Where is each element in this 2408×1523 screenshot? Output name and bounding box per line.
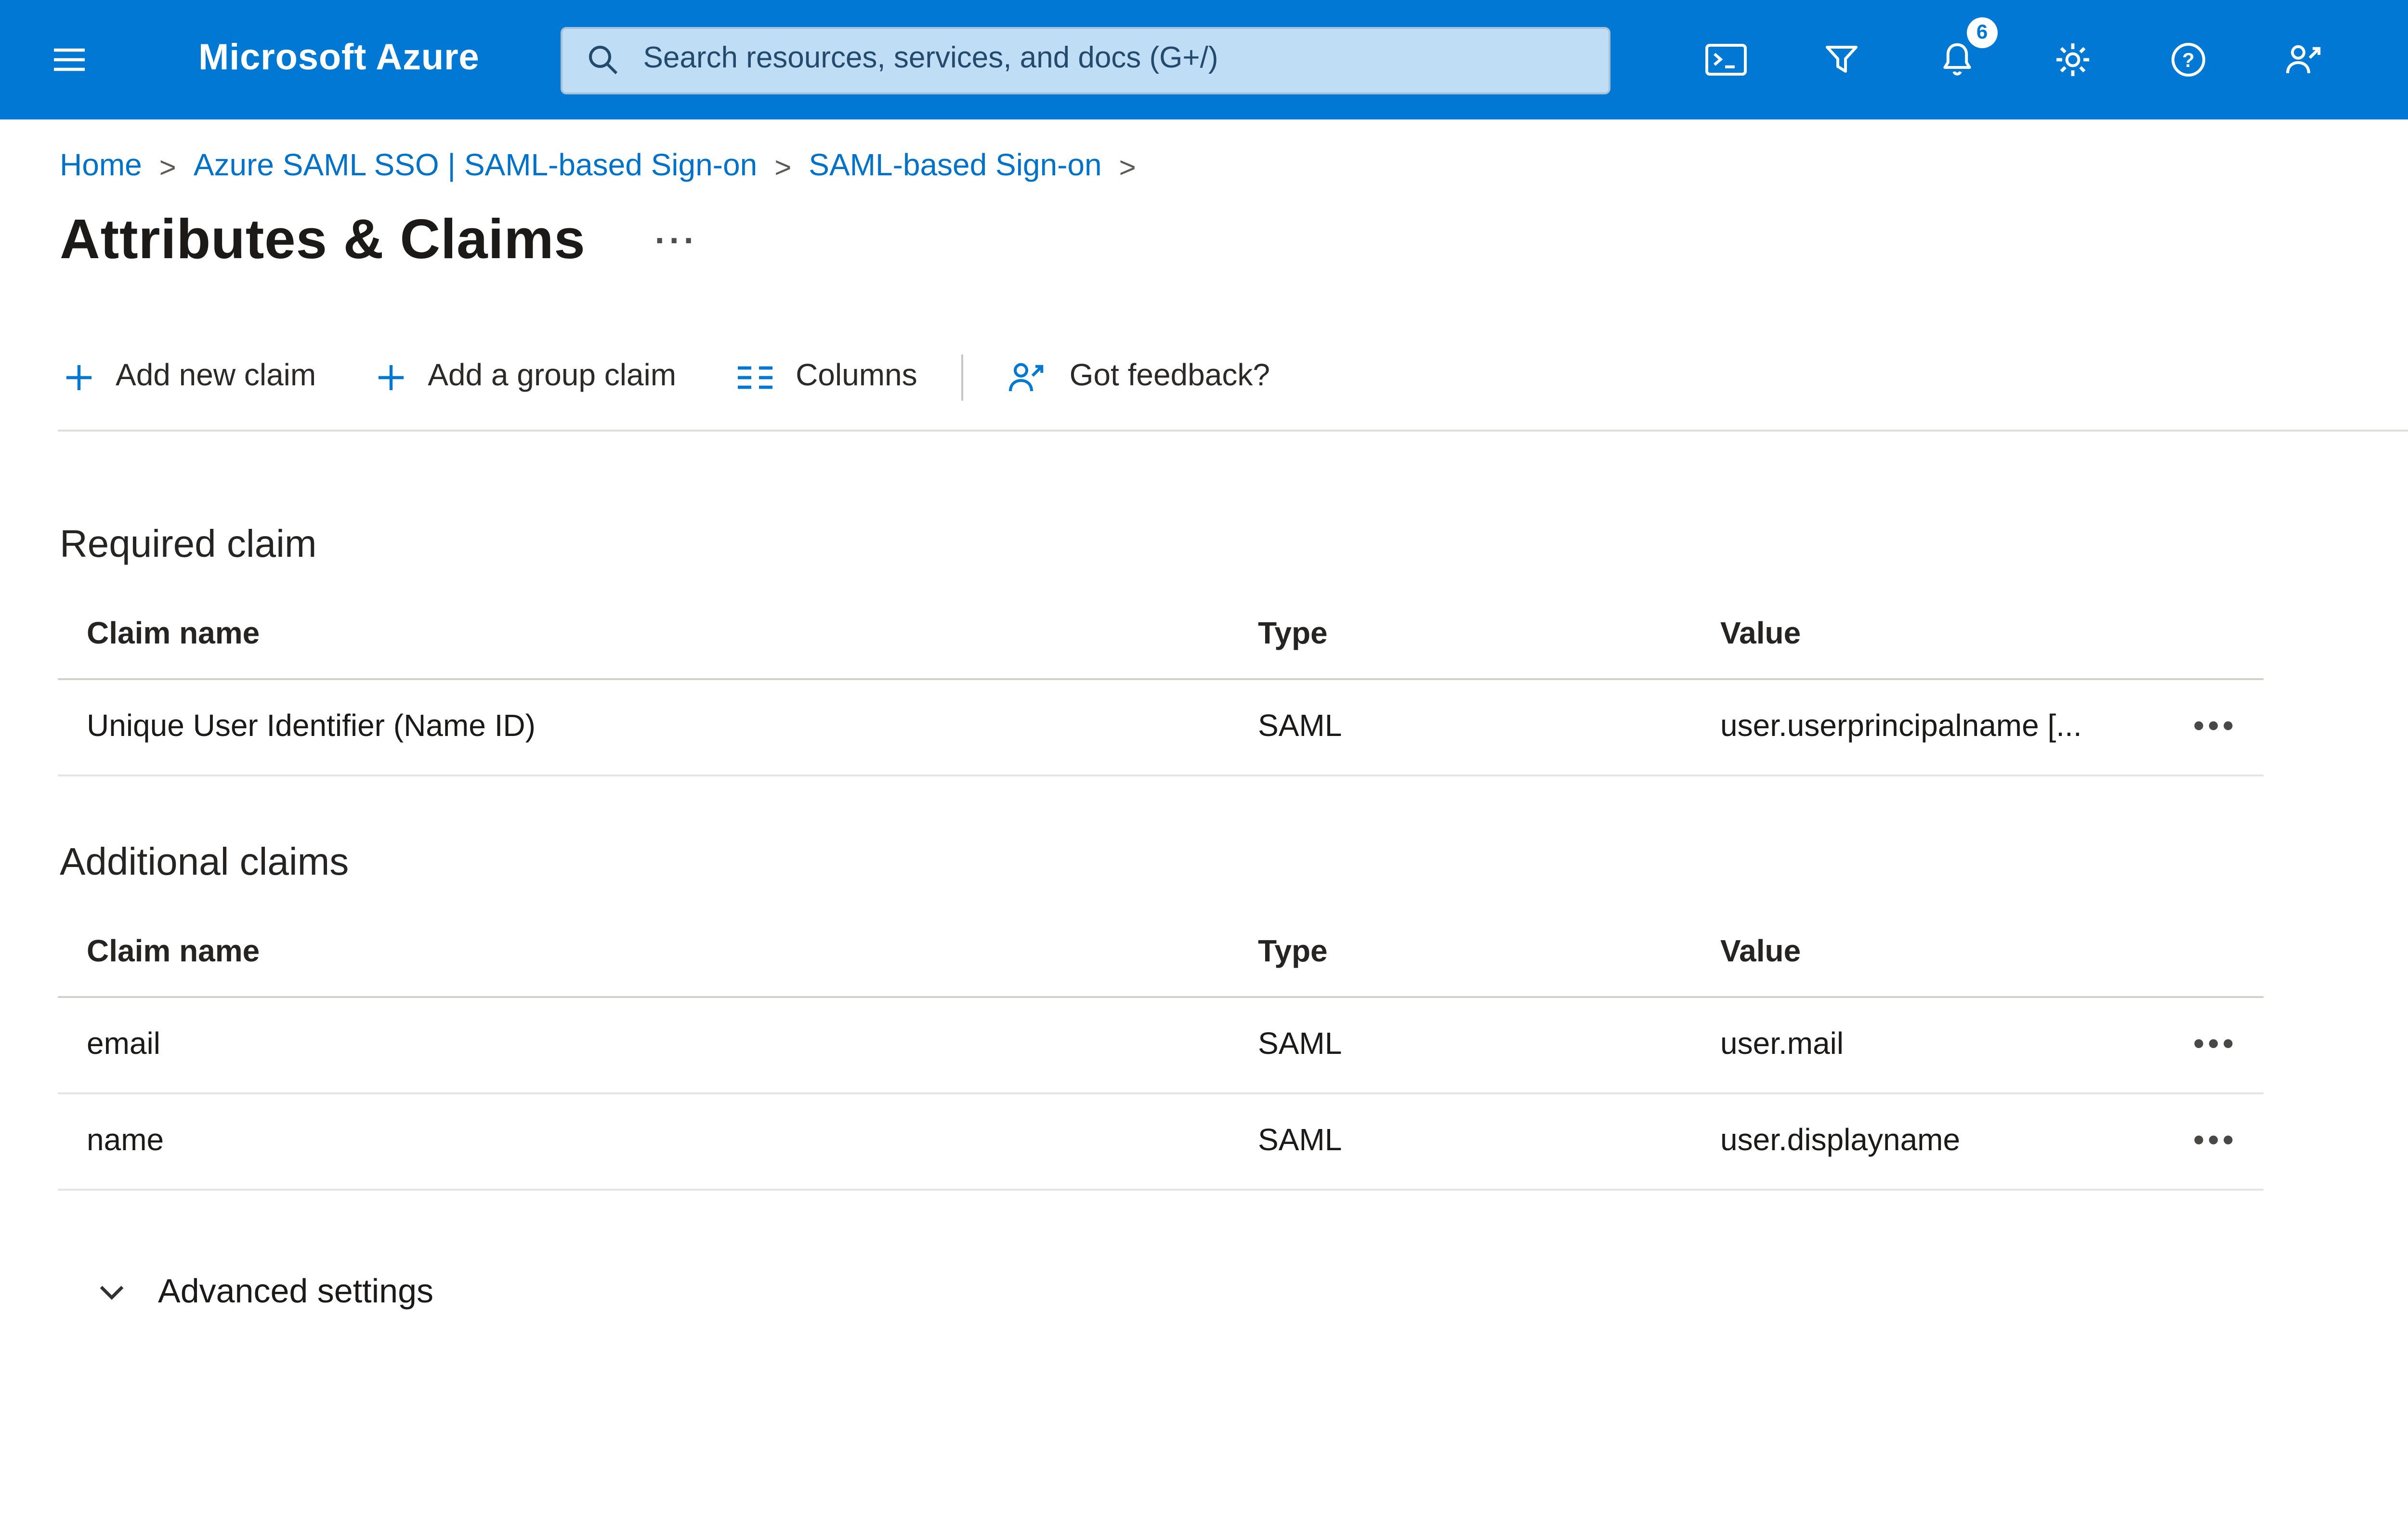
- claim-type-cell: SAML: [1258, 710, 1342, 743]
- search-input[interactable]: [639, 40, 1585, 79]
- azure-brand[interactable]: Microsoft Azure: [198, 39, 480, 81]
- help-icon: ?: [2171, 43, 2205, 77]
- feedback-person-icon: [2286, 45, 2320, 74]
- gear-icon: [2056, 43, 2089, 76]
- claim-value-cell: user.userprincipalname [...: [1720, 710, 2082, 743]
- row-context-menu-button[interactable]: •••: [2186, 1020, 2245, 1070]
- notifications-button[interactable]: 6: [1915, 0, 2000, 119]
- row-context-menu-button[interactable]: •••: [2186, 1116, 2245, 1167]
- breadcrumb-home[interactable]: Home: [60, 150, 142, 185]
- columns-icon: [738, 366, 773, 389]
- chevron-down-icon: [100, 1285, 124, 1299]
- page-more-button[interactable]: ···: [647, 214, 706, 270]
- table-row[interactable]: email SAML user.mail •••: [58, 998, 2264, 1094]
- toolbar-divider: [961, 354, 964, 401]
- directories-filter-button[interactable]: [1799, 0, 1884, 119]
- column-header-type: Type: [1258, 935, 1328, 968]
- breadcrumb: Home > Azure SAML SSO | SAML-based Sign-…: [0, 119, 2408, 185]
- feedback-person-icon: [1009, 363, 1044, 392]
- table-header-row: Claim name Type Value: [58, 909, 2264, 998]
- columns-button[interactable]: Columns: [732, 356, 921, 399]
- breadcrumb-saml-sso[interactable]: Azure SAML SSO | SAML-based Sign-on: [194, 150, 757, 185]
- feedback-button[interactable]: [2262, 0, 2346, 119]
- breadcrumb-separator: >: [1119, 151, 1136, 184]
- claim-name-cell: Unique User Identifier (Name ID): [87, 710, 536, 743]
- required-claim-table: Claim name Type Value Unique User Identi…: [58, 591, 2264, 776]
- claim-type-cell: SAML: [1258, 1028, 1342, 1061]
- column-header-claim-name: Claim name: [87, 935, 260, 968]
- directory-filter-icon: [1825, 46, 1858, 73]
- table-header-row: Claim name Type Value: [58, 591, 2264, 680]
- claim-name-cell: email: [87, 1028, 160, 1061]
- page-title: Attributes & Claims: [60, 210, 586, 272]
- svg-text:?: ?: [2182, 49, 2195, 71]
- settings-button[interactable]: [2030, 0, 2115, 119]
- columns-label: Columns: [796, 360, 917, 393]
- toolbar-rule: [58, 430, 2408, 432]
- table-row[interactable]: name SAML user.displayname •••: [58, 1094, 2264, 1191]
- help-button[interactable]: ?: [2146, 0, 2231, 119]
- add-group-claim-button[interactable]: Add a group claim: [372, 356, 680, 399]
- claim-type-cell: SAML: [1258, 1124, 1342, 1157]
- hamburger-menu-button[interactable]: [23, 0, 116, 119]
- breadcrumb-separator: >: [159, 151, 176, 184]
- notification-badge: 6: [1966, 17, 1998, 48]
- claim-name-cell: name: [87, 1124, 164, 1157]
- column-header-value: Value: [1720, 617, 1801, 650]
- topbar-icon-group: 6 ?: [1668, 0, 2362, 119]
- azure-portal-window: Microsoft Azure 6 ?: [0, 0, 2408, 1523]
- got-feedback-button[interactable]: Got feedback?: [1002, 354, 1274, 401]
- global-search-box: [560, 26, 1610, 93]
- add-new-claim-label: Add new claim: [116, 360, 316, 393]
- plus-icon: [66, 365, 92, 390]
- claim-value-cell: user.mail: [1720, 1028, 1844, 1061]
- advanced-settings-label: Advanced settings: [158, 1272, 434, 1310]
- add-new-claim-button[interactable]: Add new claim: [60, 356, 320, 399]
- add-group-claim-label: Add a group claim: [428, 360, 677, 393]
- column-header-type: Type: [1258, 617, 1328, 650]
- page-header: Attributes & Claims ···: [0, 185, 2408, 274]
- cloud-shell-button[interactable]: [1684, 0, 1768, 119]
- plus-icon: [379, 365, 404, 390]
- additional-claims-table: Claim name Type Value email SAML user.ma…: [58, 909, 2264, 1191]
- got-feedback-label: Got feedback?: [1069, 360, 1270, 393]
- required-claim-heading: Required claim: [60, 524, 317, 566]
- bell-icon: [1943, 43, 1971, 76]
- claim-value-cell: user.displayname: [1720, 1124, 1961, 1157]
- row-context-menu-button[interactable]: •••: [2186, 702, 2245, 752]
- column-header-value: Value: [1720, 935, 1801, 968]
- table-row[interactable]: Unique User Identifier (Name ID) SAML us…: [58, 680, 2264, 776]
- topbar: Microsoft Azure 6 ?: [0, 0, 2408, 119]
- column-header-claim-name: Claim name: [87, 617, 260, 650]
- advanced-settings-toggle[interactable]: Advanced settings: [92, 1268, 437, 1316]
- hamburger-icon: [54, 48, 85, 71]
- breadcrumb-separator: >: [774, 151, 792, 184]
- search-icon: [589, 46, 617, 75]
- breadcrumb-saml-signon[interactable]: SAML-based Sign-on: [809, 150, 1101, 185]
- cloud-shell-icon: [1705, 44, 1747, 76]
- additional-claims-heading: Additional claims: [60, 842, 349, 884]
- command-bar: Add new claim Add a group claim Columns …: [0, 274, 2408, 401]
